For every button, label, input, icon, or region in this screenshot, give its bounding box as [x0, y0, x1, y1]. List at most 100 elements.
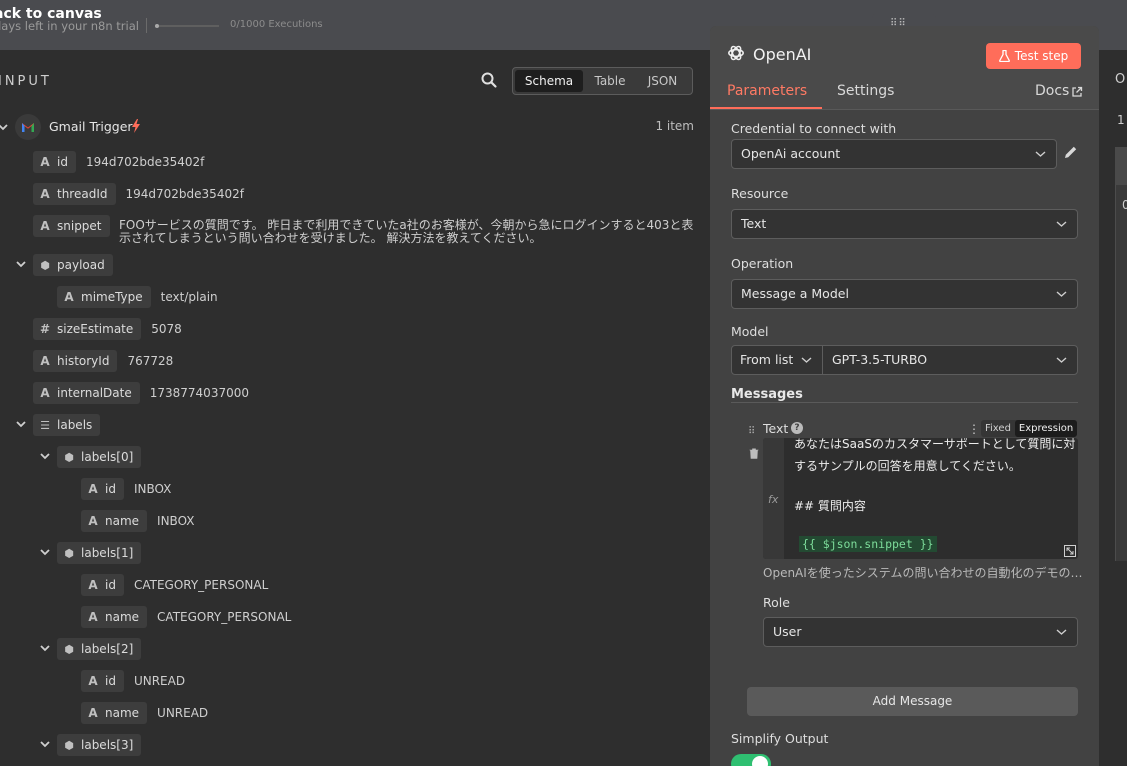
resource-value: Text: [741, 216, 767, 231]
field-key: labels: [57, 418, 93, 432]
field-pill[interactable]: Aname: [81, 606, 148, 628]
object-type-icon: ⬢: [64, 738, 74, 752]
editor-line: あなたはSaaSのカスタマーサポートとして質問に対: [794, 438, 1076, 451]
executions-progress-bar: [155, 24, 219, 28]
field-pill[interactable]: Aid: [81, 574, 124, 596]
chevron-down-icon[interactable]: [39, 450, 51, 462]
flask-icon: [998, 50, 1010, 62]
expand-editor-icon[interactable]: [1064, 545, 1076, 557]
chevron-down-icon[interactable]: [39, 738, 51, 750]
schema-field-labels-1-id: Aid CATEGORY_PERSONAL: [81, 574, 268, 596]
panel-header: OpenAI Test step Parameters Settings Doc…: [710, 26, 1099, 110]
resource-select[interactable]: Text: [731, 209, 1078, 239]
schema-field-labels-2-name: Aname UNREAD: [81, 702, 208, 724]
trigger-bolt-icon: [132, 119, 140, 133]
role-select[interactable]: User: [763, 617, 1078, 647]
drag-grip-icon[interactable]: ⠿: [748, 427, 756, 437]
messages-section-title: Messages: [731, 387, 803, 402]
object-type-icon: ⬢: [64, 546, 74, 560]
chevron-down-icon[interactable]: [15, 418, 27, 430]
output-panel-title-fragment: O: [1115, 72, 1126, 87]
field-value: INBOX: [157, 514, 195, 528]
chevron-down-icon[interactable]: [0, 121, 9, 133]
tab-schema[interactable]: Schema: [515, 70, 583, 92]
expression-editor[interactable]: fx あなたはSaaSのカスタマーサポートとして質問に対 するサンプルの回答を用…: [763, 438, 1078, 559]
more-options-icon[interactable]: ⋮: [968, 422, 980, 436]
field-pill[interactable]: AinternalDate: [33, 382, 140, 404]
field-pill[interactable]: Aname: [81, 510, 148, 532]
operation-select[interactable]: Message a Model: [731, 279, 1078, 309]
array-type-icon: ☰: [40, 418, 50, 432]
field-pill[interactable]: # sizeEstimate: [33, 318, 142, 340]
credential-select[interactable]: OpenAi account: [731, 139, 1057, 169]
output-item-count-fragment: 1: [1117, 113, 1125, 127]
editor-line: ## 質問内容: [794, 499, 866, 513]
field-pill[interactable]: ☰ labels: [33, 414, 101, 436]
field-key: id: [105, 482, 116, 496]
schema-field-sizeEstimate: # sizeEstimate 5078: [33, 318, 182, 340]
panel-title: OpenAI: [753, 45, 812, 64]
simplify-output-toggle[interactable]: [731, 754, 771, 766]
field-value: CATEGORY_PERSONAL: [133, 578, 269, 592]
model-select[interactable]: GPT-3.5-TURBO: [822, 345, 1078, 375]
field-pill[interactable]: Asnippet: [33, 215, 110, 237]
field-pill[interactable]: ⬢ labels[0]: [57, 446, 142, 468]
model-mode-value: From list: [740, 352, 794, 367]
mode-fixed[interactable]: Fixed: [981, 420, 1015, 437]
chevron-down-icon[interactable]: [39, 546, 51, 558]
schema-field-id: Aid 194d702bde35402f: [33, 151, 204, 173]
field-pill[interactable]: Aid: [81, 670, 124, 692]
trial-days-text: days left in your n8n trial: [0, 19, 139, 33]
chevron-down-icon: [1035, 151, 1046, 157]
field-value: UNREAD: [133, 674, 186, 688]
tab-settings[interactable]: Settings: [837, 83, 894, 99]
gmail-icon: [15, 114, 41, 140]
field-key: mimeType: [81, 290, 143, 304]
test-step-button[interactable]: Test step: [986, 43, 1081, 69]
field-key: id: [105, 578, 116, 592]
add-message-button[interactable]: Add Message: [747, 687, 1078, 716]
schema-field-mimeType: AmimeType text/plain: [57, 286, 218, 308]
field-pill[interactable]: ⬢ labels[2]: [57, 638, 142, 660]
role-value: User: [773, 624, 802, 639]
field-key: name: [105, 610, 140, 624]
model-mode-select[interactable]: From list: [731, 345, 823, 375]
field-key: internalDate: [57, 386, 132, 400]
tab-json[interactable]: JSON: [635, 68, 690, 94]
input-panel-title: INPUT: [0, 74, 52, 89]
field-pill[interactable]: Aname: [81, 702, 148, 724]
schema-field-historyId: AhistoryId 767728: [33, 350, 173, 372]
field-key: name: [105, 706, 140, 720]
schema-field-labels-1-name: Aname CATEGORY_PERSONAL: [81, 606, 291, 628]
divider: [731, 402, 1078, 403]
credential-value: OpenAi account: [741, 146, 841, 161]
string-type-icon: A: [40, 187, 50, 201]
string-type-icon: A: [64, 290, 74, 304]
help-icon[interactable]: ?: [791, 422, 803, 434]
schema-field-payload: ⬢ payload: [33, 254, 113, 276]
string-type-icon: A: [88, 578, 98, 592]
trash-icon[interactable]: [749, 448, 759, 459]
mode-expression[interactable]: Expression: [1014, 420, 1078, 437]
field-pill[interactable]: ⬢ payload: [33, 254, 113, 276]
node-name: Gmail Trigger: [49, 119, 133, 134]
chevron-down-icon[interactable]: [15, 258, 27, 270]
field-pill[interactable]: Aid: [81, 478, 124, 500]
field-pill[interactable]: AmimeType: [57, 286, 151, 308]
editor-line: するサンプルの回答を用意してください。: [794, 459, 1021, 473]
chevron-down-icon[interactable]: [39, 642, 51, 654]
search-icon[interactable]: [479, 70, 499, 90]
divider: [146, 18, 147, 33]
field-pill[interactable]: ⬢ labels[1]: [57, 542, 142, 564]
field-pill[interactable]: AthreadId: [33, 183, 116, 205]
tab-parameters[interactable]: Parameters: [727, 83, 807, 99]
chevron-down-icon: [1056, 629, 1067, 635]
docs-link[interactable]: Docs: [1035, 83, 1069, 99]
tab-table[interactable]: Table: [585, 68, 635, 94]
simplify-output-label: Simplify Output: [731, 731, 829, 746]
chevron-down-icon: [801, 357, 812, 363]
field-pill[interactable]: Aid: [33, 151, 76, 173]
field-pill[interactable]: ⬢ labels[3]: [57, 734, 142, 756]
edit-pencil-icon[interactable]: [1063, 144, 1079, 160]
field-pill[interactable]: AhistoryId: [33, 350, 118, 372]
